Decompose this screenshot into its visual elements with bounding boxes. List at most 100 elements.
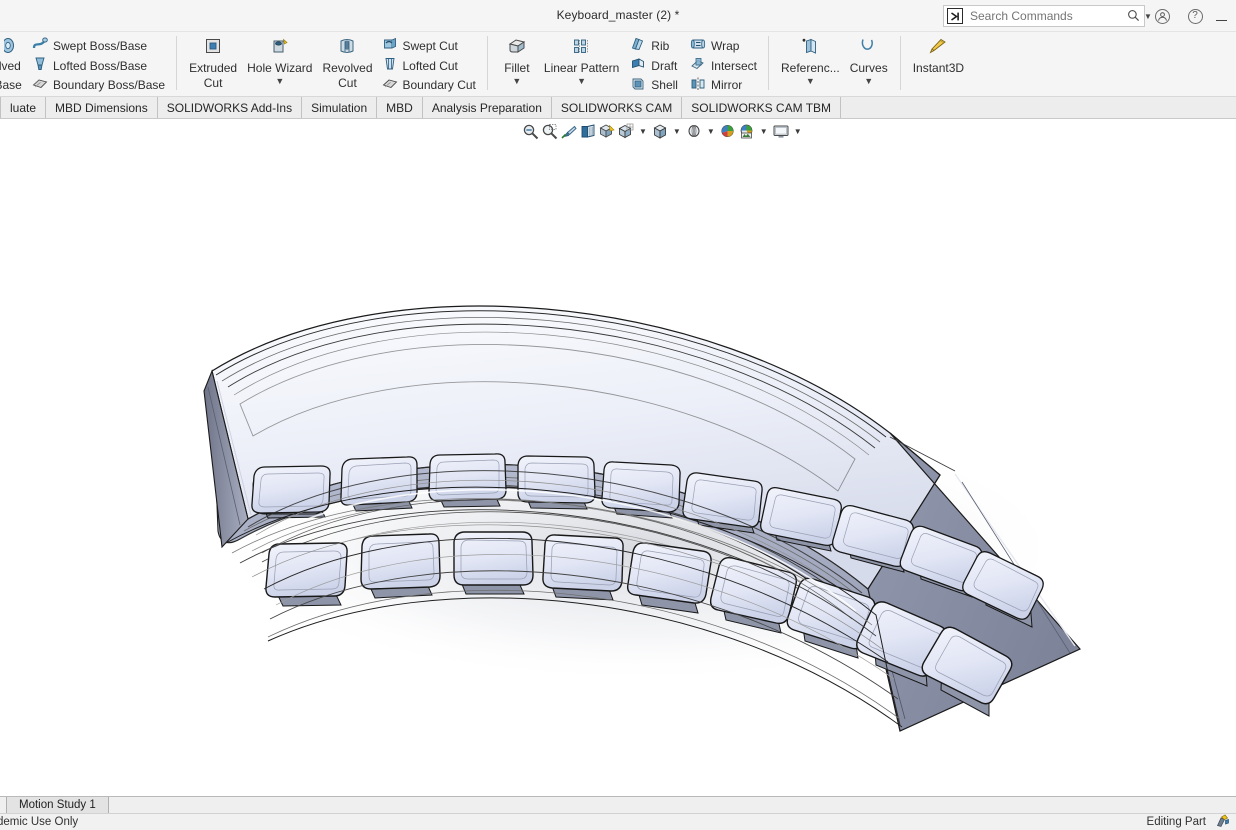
- linear-pattern-dropdown[interactable]: ▼: [577, 77, 586, 86]
- curves-dropdown[interactable]: ▼: [864, 77, 873, 86]
- revolved-cut-button[interactable]: Revolved Cut: [317, 35, 377, 96]
- extruded-cut-label-1: Extruded: [189, 61, 238, 75]
- tab-solidworks-add-ins[interactable]: SOLIDWORKS Add-Ins: [157, 97, 303, 118]
- extruded-cut-icon: [203, 37, 223, 60]
- lofted-boss-base-label: Lofted Boss/Base: [53, 58, 148, 73]
- mirror-label: Mirror: [710, 78, 743, 93]
- hole-wizard-icon: [270, 37, 290, 60]
- display-style-dropdown[interactable]: ▼: [636, 128, 650, 136]
- help-button[interactable]: ?: [1184, 5, 1206, 27]
- tab-mbd-dimensions[interactable]: MBD Dimensions: [46, 97, 158, 118]
- viewport-layout-dropdown[interactable]: ▼: [791, 128, 805, 136]
- shell-button[interactable]: Shell: [628, 75, 682, 95]
- search-icon[interactable]: [1125, 9, 1141, 24]
- extruded-cut-label-2: Cut: [203, 76, 223, 90]
- swept-cut-icon: [382, 36, 398, 55]
- view-settings-icon[interactable]: [738, 123, 756, 141]
- rib-label: Rib: [651, 38, 670, 53]
- mirror-button[interactable]: Mirror: [688, 75, 761, 95]
- fillet-icon: [507, 37, 527, 60]
- hole-wizard-button[interactable]: Hole Wizard ▼: [242, 35, 317, 96]
- hide-show-items-icon[interactable]: [651, 123, 669, 141]
- tab-mbd-label: MBD: [386, 100, 413, 115]
- bottom-tab-strip: Motion Study 1: [0, 796, 1236, 813]
- hide-show-items-dropdown[interactable]: ▼: [670, 128, 684, 136]
- revolved-label-clip1: olved: [0, 58, 21, 73]
- edit-appearance-icon[interactable]: [685, 123, 703, 141]
- section-view-icon[interactable]: [579, 123, 597, 141]
- previous-view-icon[interactable]: [560, 123, 578, 141]
- swept-boss-base-label: Swept Boss/Base: [53, 38, 148, 53]
- tab-mbd-dimensions-label: MBD Dimensions: [55, 100, 148, 115]
- mirror-icon: [690, 76, 706, 95]
- linear-pattern-button[interactable]: Linear Pattern ▼: [539, 35, 624, 96]
- view-settings-dropdown[interactable]: ▼: [757, 128, 771, 136]
- view-orientation-icon[interactable]: [598, 123, 616, 141]
- display-style-icon[interactable]: [617, 123, 635, 141]
- tab-analysis-preparation[interactable]: Analysis Preparation: [422, 97, 552, 118]
- boundary-cut-icon: [382, 76, 398, 95]
- wrap-button[interactable]: Wrap: [688, 36, 761, 56]
- draft-label: Draft: [651, 58, 678, 73]
- reference-geometry-icon: [800, 37, 820, 60]
- intersect-icon: [690, 56, 706, 75]
- tab-motion-study-1[interactable]: Motion Study 1: [6, 797, 109, 813]
- tab-evaluate-clipped[interactable]: luate: [0, 97, 47, 118]
- revolved-cut-label-2: Cut: [338, 76, 357, 90]
- lofted-cut-button[interactable]: Lofted Cut: [380, 56, 480, 76]
- zoom-to-fit-icon[interactable]: [522, 123, 540, 141]
- status-bar: demic Use Only Editing Part: [0, 813, 1236, 830]
- lofted-boss-base-button[interactable]: Lofted Boss/Base: [30, 56, 169, 76]
- status-right-group: Editing Part: [1147, 814, 1230, 830]
- heads-up-view-toolbar: ▼ ▼ ▼ ▼ ▼: [522, 121, 805, 143]
- draft-icon: [630, 56, 646, 75]
- curves-icon: [859, 37, 879, 60]
- shell-label: Shell: [651, 78, 678, 93]
- swept-boss-base-button[interactable]: Swept Boss/Base: [30, 36, 169, 56]
- viewport-layout-icon[interactable]: [772, 123, 790, 141]
- user-account-icon: [1154, 8, 1170, 24]
- intersect-button[interactable]: Intersect: [688, 56, 761, 76]
- minimize-button[interactable]: [1208, 5, 1234, 27]
- ribbon-group-reference: Referenc... ▼ Curves ▼: [772, 32, 897, 96]
- search-input[interactable]: [970, 9, 1125, 23]
- rib-button[interactable]: Rib: [628, 36, 682, 56]
- search-commands-box[interactable]: ▼: [943, 5, 1152, 27]
- edit-appearance-dropdown[interactable]: ▼: [704, 128, 718, 136]
- tab-solidworks-cam-tbm[interactable]: SOLIDWORKS CAM TBM: [682, 97, 842, 118]
- solidworks-window: Keyboard_master (2) * ▼: [0, 0, 1236, 830]
- ribbon-group-boss-base: olved /Base Swept Boss/Base: [0, 32, 173, 96]
- zoom-to-area-icon[interactable]: [541, 123, 559, 141]
- revolved-boss-base-clipped[interactable]: olved /Base: [0, 35, 24, 96]
- reference-geometry-dropdown[interactable]: ▼: [806, 77, 815, 86]
- curves-button[interactable]: Curves ▼: [845, 35, 893, 96]
- boundary-boss-base-button[interactable]: Boundary Boss/Base: [30, 75, 169, 95]
- ribbon-toolbar: olved /Base Swept Boss/Base: [0, 32, 1236, 97]
- modify-stack-1: Rib Draft Shell: [628, 35, 682, 96]
- graphics-viewport[interactable]: Y X Z: [0, 119, 1236, 796]
- ribbon-separator: [176, 36, 178, 90]
- draft-button[interactable]: Draft: [628, 56, 682, 76]
- curves-label: Curves: [849, 61, 888, 75]
- ribbon-separator: [486, 36, 488, 90]
- instant3d-button[interactable]: Instant3D: [908, 35, 969, 96]
- swept-cut-button[interactable]: Swept Cut: [380, 36, 480, 56]
- tab-mbd[interactable]: MBD: [377, 97, 423, 118]
- fillet-dropdown[interactable]: ▼: [512, 77, 521, 86]
- reference-geometry-button[interactable]: Referenc... ▼: [776, 35, 845, 96]
- hole-wizard-dropdown[interactable]: ▼: [275, 77, 284, 86]
- boundary-boss-base-icon: [32, 76, 48, 95]
- boundary-cut-button[interactable]: Boundary Cut: [380, 75, 480, 95]
- rebuild-indicator-icon[interactable]: [1216, 814, 1230, 830]
- extruded-cut-button[interactable]: Extruded Cut: [184, 35, 242, 96]
- tab-analysis-preparation-label: Analysis Preparation: [431, 100, 542, 115]
- instant3d-label: Instant3D: [912, 61, 965, 75]
- lofted-boss-base-icon: [32, 56, 48, 75]
- apply-scene-icon[interactable]: [719, 123, 737, 141]
- fillet-button[interactable]: Fillet ▼: [495, 35, 539, 96]
- tab-simulation[interactable]: Simulation: [302, 97, 378, 118]
- user-account-button[interactable]: [1151, 5, 1173, 27]
- fillet-label: Fillet: [504, 61, 530, 75]
- curved-keyboard-model[interactable]: [0, 119, 1236, 796]
- tab-solidworks-cam[interactable]: SOLIDWORKS CAM: [551, 97, 683, 118]
